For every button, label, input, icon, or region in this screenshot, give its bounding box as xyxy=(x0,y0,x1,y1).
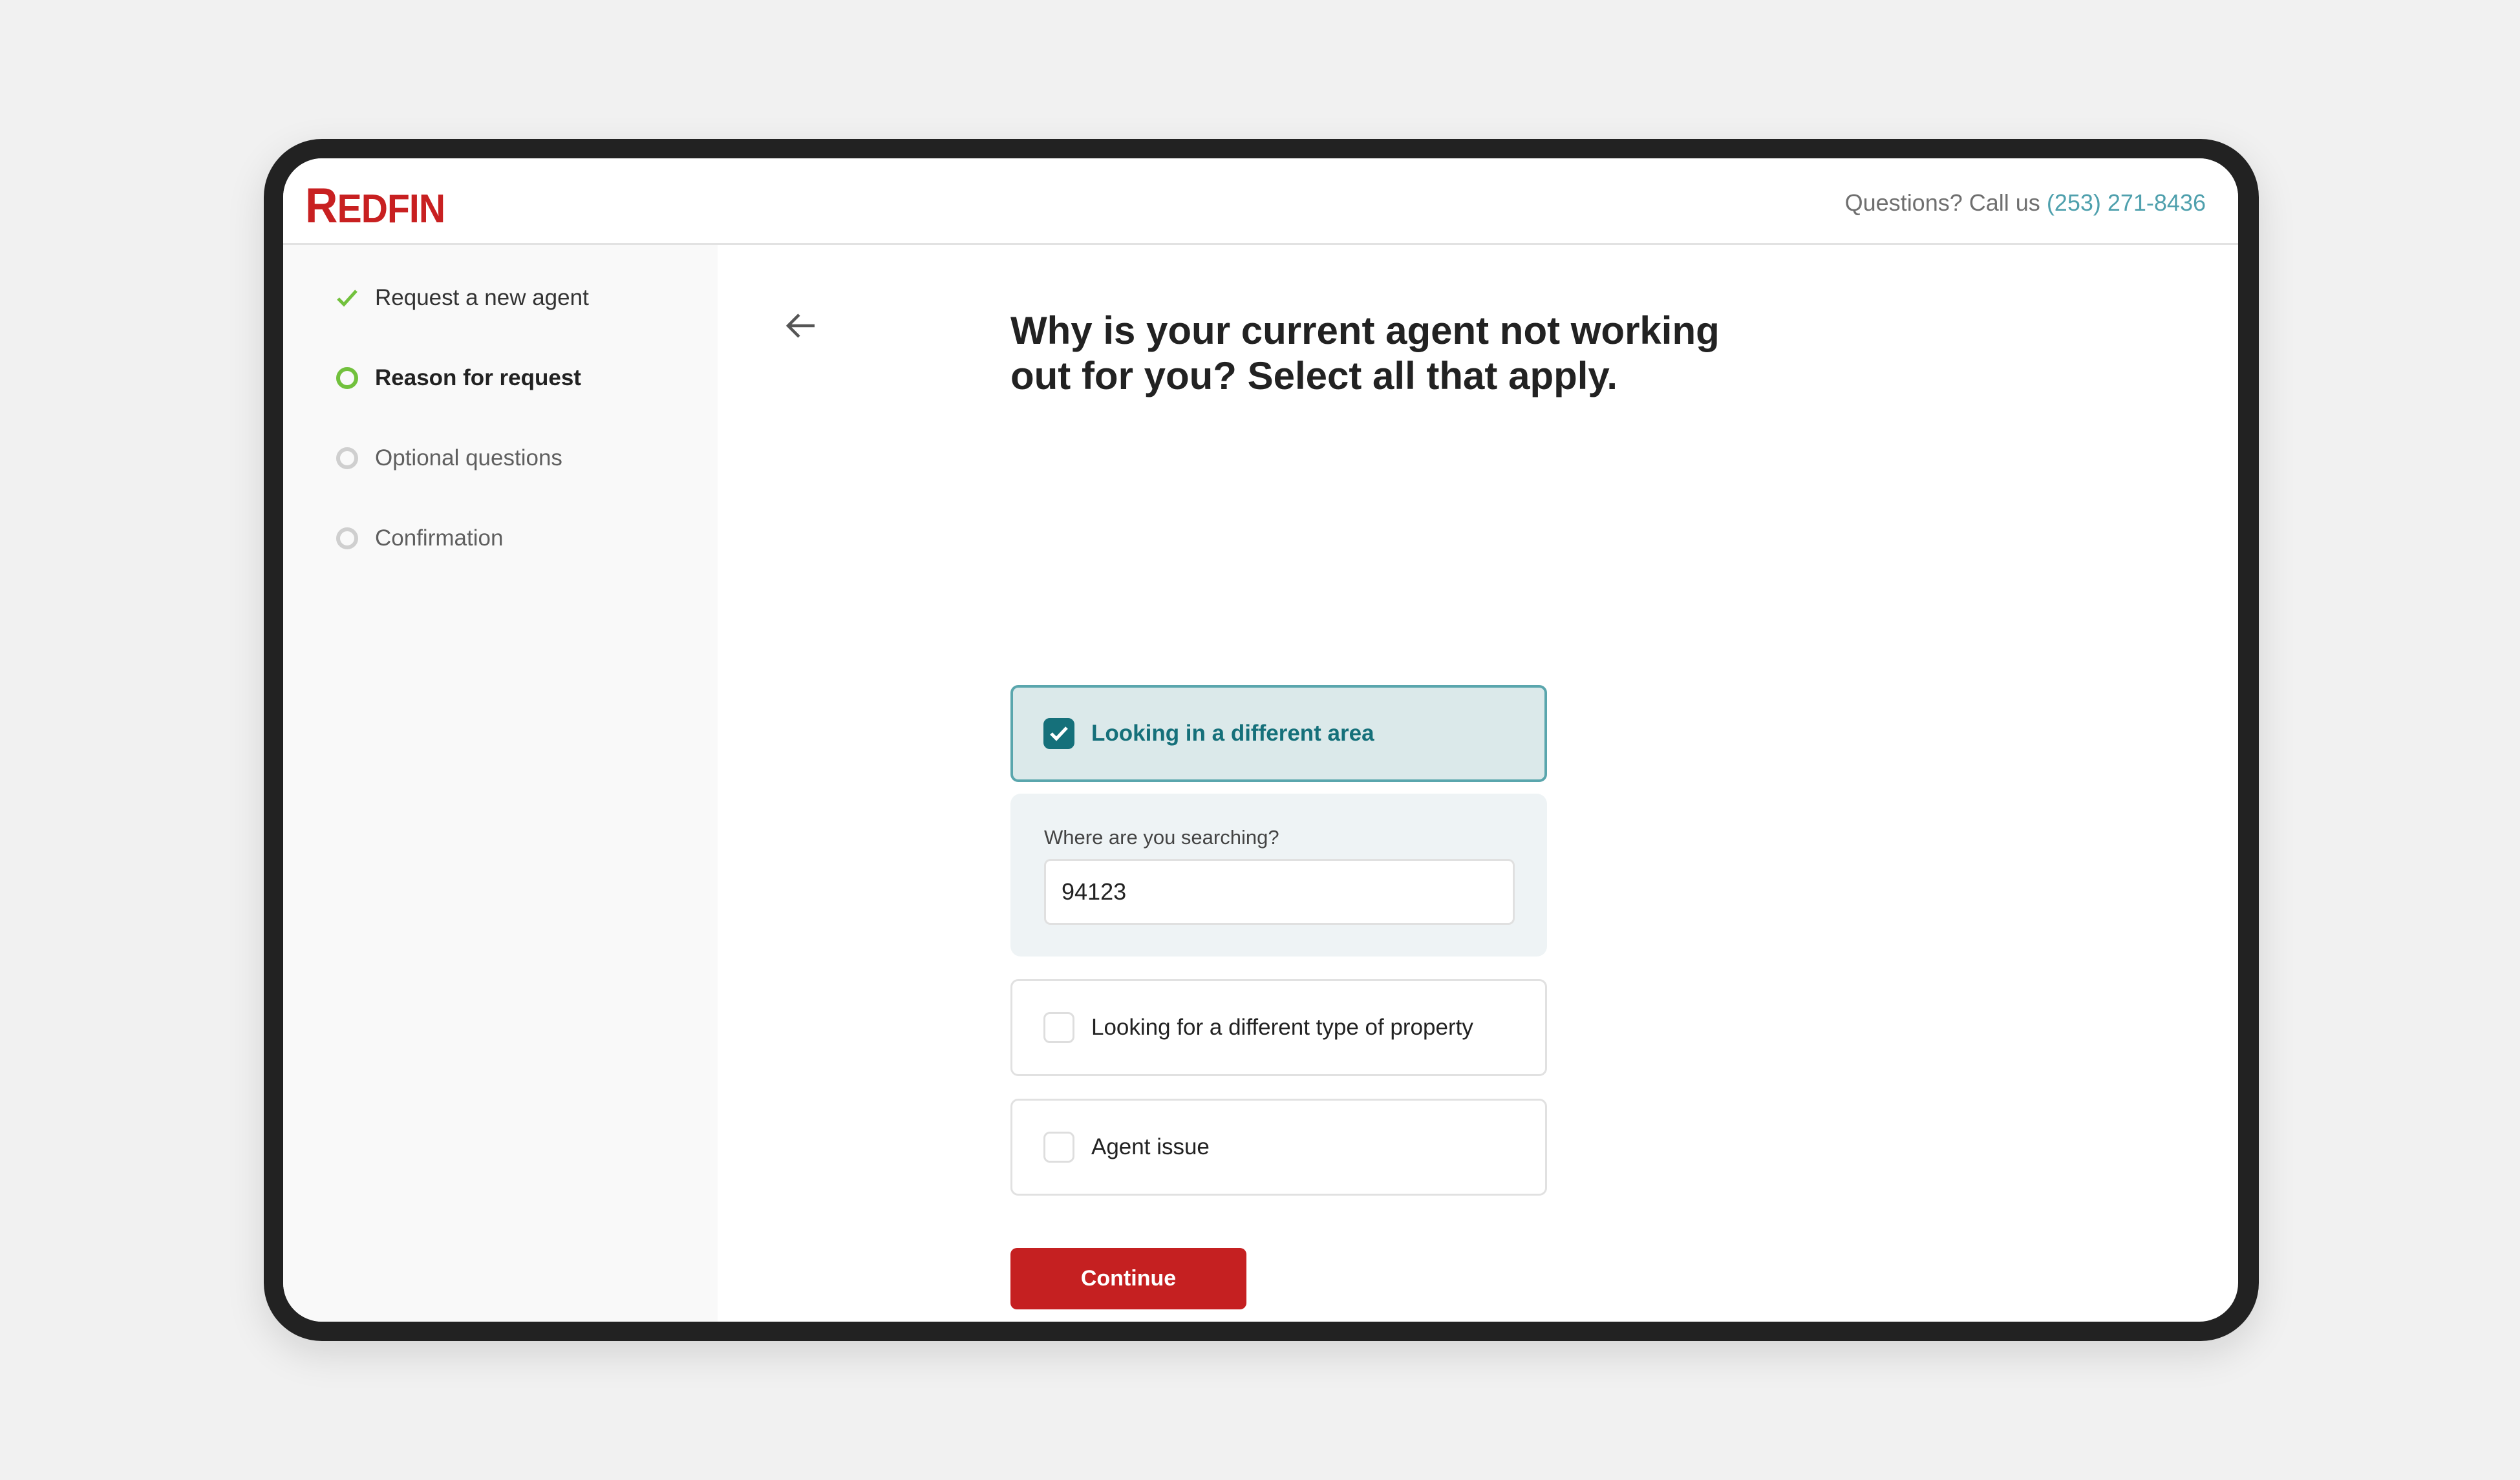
option-different-property-type[interactable]: Looking for a different type of property xyxy=(1010,979,1547,1076)
option-different-area[interactable]: Looking in a different area xyxy=(1010,685,1547,782)
page-title: Why is your current agent not working ou… xyxy=(1010,309,1720,397)
step-label: Request a new agent xyxy=(375,285,589,310)
step-request-new-agent: Request a new agent xyxy=(336,282,589,314)
app-screen: REDFIN Questions? Call us (253) 271-8436… xyxy=(283,158,2238,1322)
option-label: Looking in a different area xyxy=(1091,721,1374,746)
option-agent-issue[interactable]: Agent issue xyxy=(1010,1099,1547,1196)
step-optional-questions: Optional questions xyxy=(336,442,562,474)
device-frame: REDFIN Questions? Call us (253) 271-8436… xyxy=(264,139,2259,1341)
location-field-label: Where are you searching? xyxy=(1044,826,1279,849)
header: REDFIN Questions? Call us (253) 271-8436 xyxy=(283,158,2238,245)
checkbox-unchecked[interactable] xyxy=(1043,1132,1074,1163)
checkbox-checked[interactable] xyxy=(1043,718,1074,749)
check-icon xyxy=(1050,726,1068,741)
option-label: Looking for a different type of property xyxy=(1091,1015,1473,1040)
ring-icon xyxy=(336,447,358,469)
checkmark-icon xyxy=(336,287,358,309)
logo-initial: R xyxy=(305,178,337,233)
help-text: Questions? Call us xyxy=(1844,189,2040,216)
progress-sidebar: Request a new agent Reason for request O… xyxy=(283,245,718,1322)
checkbox-unchecked[interactable] xyxy=(1043,1012,1074,1043)
step-confirmation: Confirmation xyxy=(336,522,503,555)
step-label: Confirmation xyxy=(375,525,504,551)
ring-active-icon xyxy=(336,367,358,389)
ring-icon xyxy=(336,527,358,549)
location-input[interactable] xyxy=(1044,859,1515,925)
help-contact: Questions? Call us (253) 271-8436 xyxy=(1845,189,2206,217)
arrow-left-icon xyxy=(785,313,815,338)
phone-link[interactable]: (253) 271-8436 xyxy=(2047,189,2206,216)
option-label: Agent issue xyxy=(1091,1134,1210,1159)
step-label: Reason for request xyxy=(375,365,581,390)
main-content: Why is your current agent not working ou… xyxy=(718,245,2238,1322)
location-subpanel: Where are you searching? xyxy=(1010,794,1547,957)
redfin-logo[interactable]: REDFIN xyxy=(305,178,445,234)
step-label: Optional questions xyxy=(375,445,562,470)
back-button[interactable] xyxy=(782,306,821,345)
logo-rest: EDFIN xyxy=(337,187,445,231)
step-reason-for-request: Reason for request xyxy=(336,362,581,394)
continue-button[interactable]: Continue xyxy=(1010,1248,1246,1309)
